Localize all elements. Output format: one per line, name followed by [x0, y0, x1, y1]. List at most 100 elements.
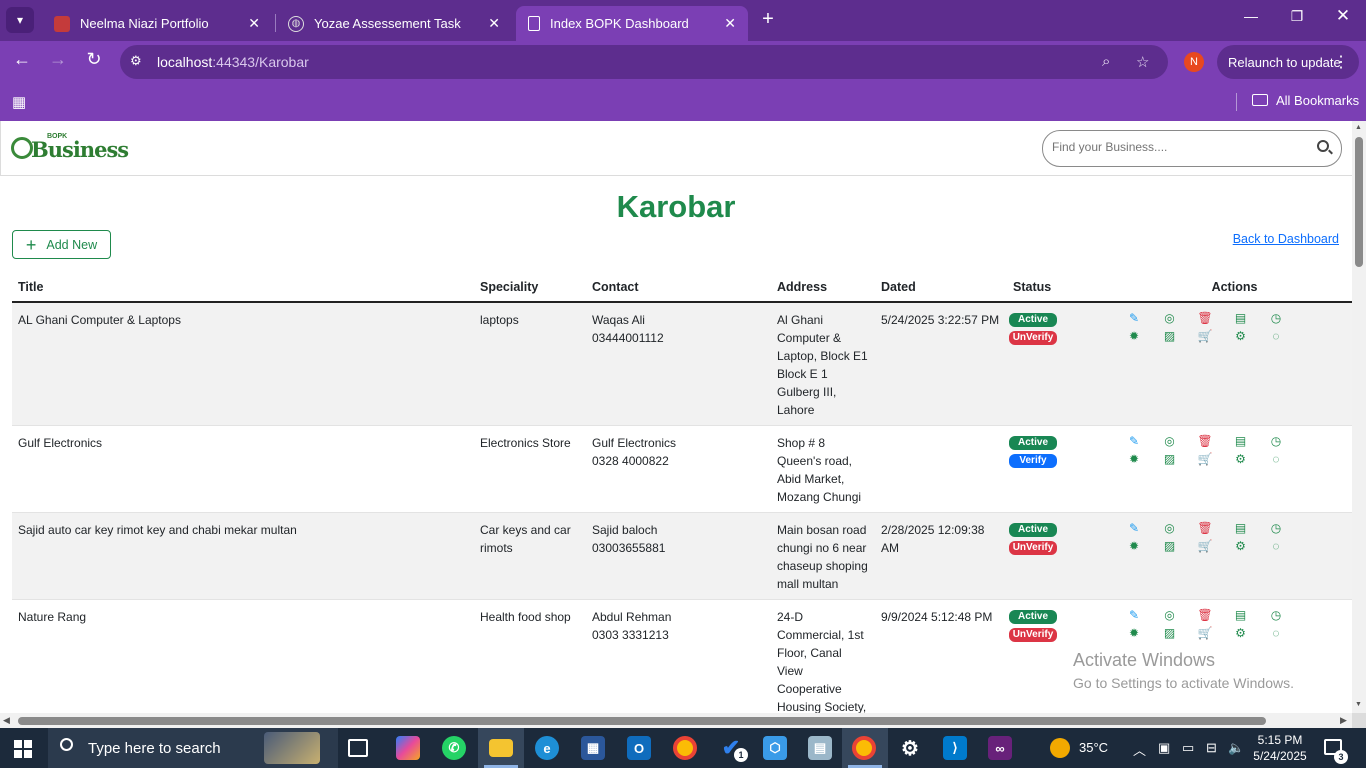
- badge-icon[interactable]: ✹: [1127, 452, 1141, 466]
- site-logo[interactable]: BOPK Business: [11, 131, 129, 165]
- copilot-icon[interactable]: [396, 736, 420, 760]
- back-to-dashboard-link[interactable]: Back to Dashboard: [1233, 232, 1339, 246]
- volume-icon[interactable]: 🔈: [1228, 740, 1244, 756]
- clock-icon[interactable]: ◷: [1269, 608, 1283, 622]
- gear-icon[interactable]: ⚙: [1234, 329, 1248, 343]
- verify-badge[interactable]: Verify: [1009, 454, 1057, 468]
- window-close-button[interactable]: ✕: [1328, 6, 1358, 26]
- status-badge[interactable]: Active: [1009, 436, 1057, 450]
- cart-icon[interactable]: 🛒: [1198, 626, 1213, 640]
- status-badge[interactable]: Active: [1009, 313, 1057, 327]
- image-icon[interactable]: ▨: [1163, 539, 1177, 553]
- gear-icon[interactable]: ⚙: [1234, 539, 1248, 553]
- comment-icon[interactable]: ◌: [1269, 452, 1283, 466]
- chevron-up-icon[interactable]: ︿: [1133, 740, 1146, 759]
- column-header-dated[interactable]: Dated: [875, 276, 1007, 303]
- image-icon[interactable]: ▨: [1163, 329, 1177, 343]
- clock-icon[interactable]: ◷: [1269, 434, 1283, 448]
- visual-studio-icon[interactable]: ∞: [988, 736, 1012, 760]
- restore-button[interactable]: ❐: [1282, 8, 1312, 25]
- store-icon[interactable]: ▦: [581, 736, 605, 760]
- column-header-status[interactable]: Status: [1007, 276, 1117, 303]
- scroll-up-icon[interactable]: ▲: [1355, 124, 1362, 131]
- scroll-right-icon[interactable]: ▶: [1340, 715, 1347, 726]
- trash-icon[interactable]: 🗑: [1197, 434, 1212, 448]
- chrome-icon[interactable]: [673, 736, 697, 760]
- list-icon[interactable]: ▤: [1234, 311, 1248, 325]
- check-circle-icon[interactable]: ◎: [1163, 434, 1177, 448]
- temperature-label[interactable]: 35°C: [1079, 740, 1108, 755]
- tab-yozae[interactable]: ◍ Yozae Assessement Task ✕: [276, 6, 512, 41]
- taskbar-clock[interactable]: 5:15 PM 5/24/2025: [1250, 732, 1310, 764]
- star-icon[interactable]: ☆: [1136, 53, 1149, 71]
- settings-gear-icon[interactable]: ⚙: [898, 736, 922, 760]
- tab-bopk-dashboard[interactable]: Index BOPK Dashboard ✕: [516, 6, 748, 41]
- comment-icon[interactable]: ◌: [1269, 539, 1283, 553]
- check-circle-icon[interactable]: ◎: [1163, 608, 1177, 622]
- image-icon[interactable]: ▨: [1163, 626, 1177, 640]
- all-bookmarks-button[interactable]: All Bookmarks: [1252, 93, 1359, 108]
- column-header-title[interactable]: Title: [12, 276, 474, 303]
- more-vert-icon[interactable]: ⋮: [1333, 52, 1349, 72]
- badge-icon[interactable]: ✹: [1127, 329, 1141, 343]
- list-icon[interactable]: ▤: [1234, 434, 1248, 448]
- cart-icon[interactable]: 🛒: [1198, 329, 1213, 343]
- badge-icon[interactable]: ✹: [1127, 626, 1141, 640]
- battery-icon[interactable]: ▭: [1182, 740, 1194, 756]
- trash-icon[interactable]: 🗑: [1197, 608, 1212, 622]
- verify-badge[interactable]: UnVerify: [1009, 628, 1057, 642]
- gear-icon[interactable]: ⚙: [1234, 452, 1248, 466]
- cart-icon[interactable]: 🛒: [1198, 452, 1213, 466]
- status-badge[interactable]: Active: [1009, 523, 1057, 537]
- close-icon[interactable]: ✕: [248, 15, 260, 32]
- network-icon[interactable]: ⊟: [1206, 740, 1217, 756]
- gear-icon[interactable]: ⚙: [1234, 626, 1248, 640]
- camera-icon[interactable]: ▣: [1158, 740, 1170, 756]
- search-icon[interactable]: [1317, 140, 1329, 152]
- profile-avatar[interactable]: N: [1184, 52, 1204, 72]
- badge-icon[interactable]: ✹: [1127, 539, 1141, 553]
- vscode-icon[interactable]: ⟩: [943, 736, 967, 760]
- whatsapp-icon[interactable]: ✆: [442, 736, 466, 760]
- chrome-profile-icon[interactable]: [852, 736, 876, 760]
- list-icon[interactable]: ▤: [1234, 521, 1248, 535]
- forward-button[interactable]: →: [44, 49, 72, 70]
- outlook-icon[interactable]: O: [627, 736, 651, 760]
- shield-app-icon[interactable]: ⬡: [763, 736, 787, 760]
- cart-icon[interactable]: 🛒: [1198, 539, 1213, 553]
- clock-icon[interactable]: ◷: [1269, 521, 1283, 535]
- image-icon[interactable]: ▨: [1163, 452, 1177, 466]
- trash-icon[interactable]: 🗑: [1197, 311, 1212, 325]
- url-text[interactable]: localhost:44343/Karobar: [157, 54, 309, 70]
- list-icon[interactable]: ▤: [1234, 608, 1248, 622]
- edit-icon[interactable]: ✎: [1127, 608, 1141, 622]
- trash-icon[interactable]: 🗑: [1197, 521, 1212, 535]
- clock-icon[interactable]: ◷: [1269, 311, 1283, 325]
- comment-icon[interactable]: ◌: [1269, 626, 1283, 640]
- scroll-down-icon[interactable]: ▼: [1355, 701, 1362, 708]
- edit-icon[interactable]: ✎: [1127, 311, 1141, 325]
- horizontal-scroll-thumb[interactable]: [18, 717, 1266, 725]
- edit-icon[interactable]: ✎: [1127, 521, 1141, 535]
- column-header-speciality[interactable]: Speciality: [474, 276, 586, 303]
- verify-badge[interactable]: UnVerify: [1009, 331, 1057, 345]
- apps-grid-icon[interactable]: ▦: [12, 93, 26, 111]
- task-view-icon[interactable]: [348, 739, 368, 757]
- zoom-icon[interactable]: ⌕: [1102, 53, 1110, 70]
- check-circle-icon[interactable]: ◎: [1163, 311, 1177, 325]
- tab-portfolio[interactable]: Neelma Niazi Portfolio ✕: [42, 6, 272, 41]
- weather-sun-icon[interactable]: [1050, 738, 1070, 758]
- add-new-button[interactable]: + Add New: [12, 230, 111, 259]
- vertical-scroll-thumb[interactable]: [1355, 137, 1363, 267]
- taskbar-search[interactable]: Type here to search: [48, 728, 338, 768]
- edge-icon[interactable]: e: [535, 736, 559, 760]
- column-header-address[interactable]: Address: [771, 276, 875, 303]
- minimize-button[interactable]: —: [1236, 8, 1266, 24]
- status-badge[interactable]: Active: [1009, 610, 1057, 624]
- comment-icon[interactable]: ◌: [1269, 329, 1283, 343]
- address-bar[interactable]: ⚙ localhost:44343/Karobar ⌕ ☆: [120, 45, 1168, 79]
- file-explorer-icon[interactable]: [489, 739, 513, 757]
- reload-button[interactable]: ↻: [80, 49, 108, 70]
- column-header-contact[interactable]: Contact: [586, 276, 771, 303]
- horizontal-scrollbar[interactable]: ◀ ▶: [0, 713, 1352, 728]
